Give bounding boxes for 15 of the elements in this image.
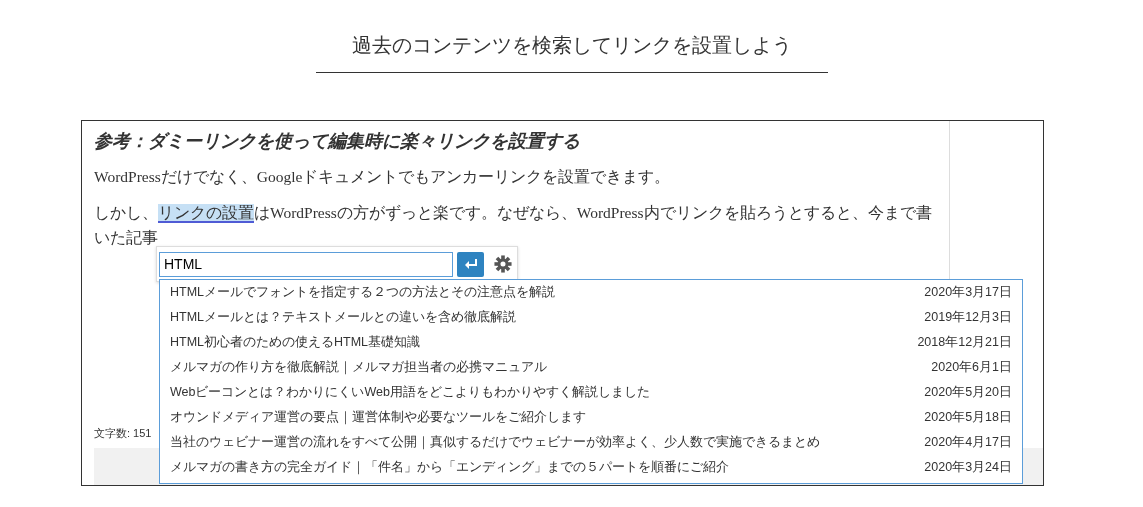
search-result[interactable]: HTMLメールでフォントを指定する２つの方法とその注意点を解説 2020年3月17日: [160, 280, 1022, 305]
settings-icon[interactable]: [494, 255, 512, 273]
search-result[interactable]: メルマガの書き方の完全ガイド｜「件名」から「エンディング」までの５パートを順番にご紹介 2020年3月24日: [160, 455, 1022, 480]
link-input-field[interactable]: HTML: [159, 251, 453, 277]
page-title: 過去のコンテンツを検索してリンクを設置しよう: [351, 34, 792, 56]
enter-icon: [463, 258, 478, 270]
search-result[interactable]: Webビーコンとは？わかりにくいWeb用語をどこよりもわかりやすく解説しました 2020年5月20日: [160, 380, 1022, 405]
search-result[interactable]: HTML初心者のための使えるHTML基礎知識 2018年12月21日: [160, 330, 1022, 355]
article-heading: 参考：ダミーリンクを使って編集時に楽々リンクを設置する: [94, 131, 581, 153]
apply-button[interactable]: [457, 251, 484, 277]
paragraph: WordPressだけでなく、Googleドキュメントでもアンカーリンクを設置できます。: [94, 166, 672, 187]
search-result[interactable]: メルマガの作り方を徹底解説｜メルマガ担当者の必携マニュアル 2020年6月1日: [160, 355, 1022, 380]
paragraph: いた記事: [94, 228, 159, 249]
search-result[interactable]: HTMLメールとは？テキストメールとの違いを含め徹底解説 2019年12月3日: [160, 305, 1022, 330]
paragraph: しかし、リンクの設置はWordPressの方がずっと楽です。なぜなら、WordPress内でリンクを貼ろうとすると、今まで書: [94, 203, 933, 226]
